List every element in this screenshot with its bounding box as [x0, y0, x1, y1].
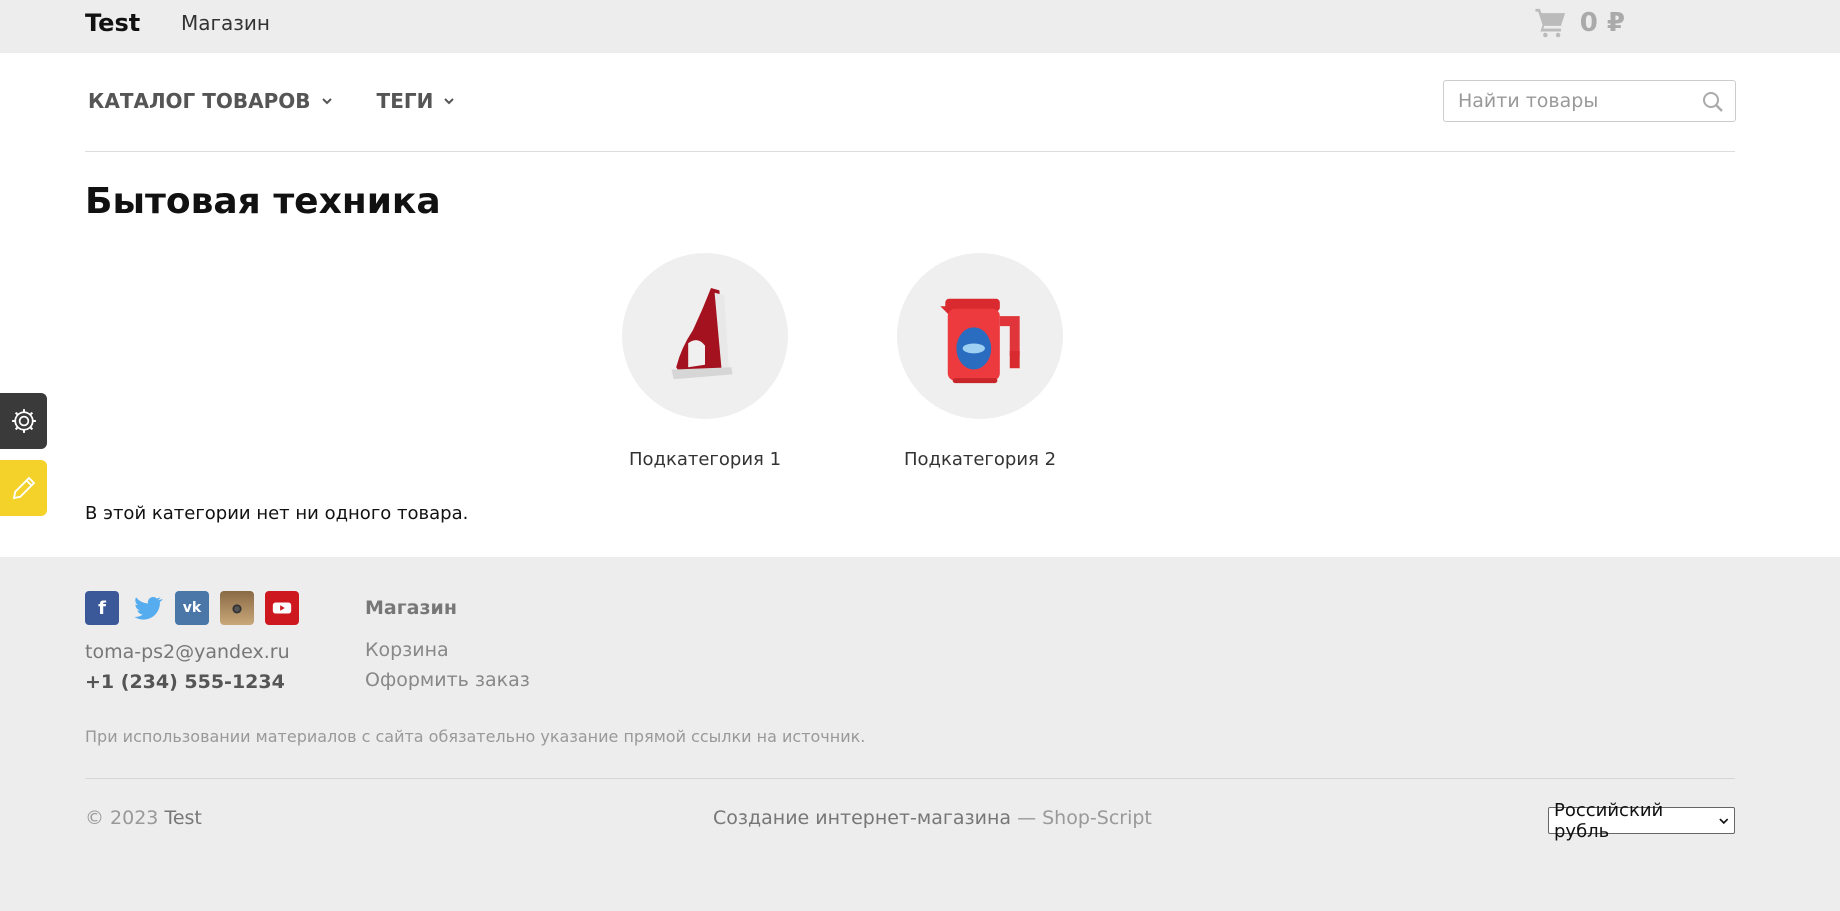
footer-link-cart[interactable]: Корзина: [365, 639, 449, 661]
pencil-icon: [12, 476, 35, 500]
footer-credits: Создание интернет-магазина — Shop-Script: [713, 807, 1152, 829]
subcategory-2[interactable]: Подкатегория 2: [895, 253, 1065, 470]
search-input[interactable]: [1444, 81, 1735, 121]
nav-tags[interactable]: Теги: [377, 89, 456, 113]
gear-icon: [11, 409, 36, 433]
cart-button[interactable]: 0 ₽: [1534, 6, 1625, 40]
nav-catalog-label: Каталог товаров: [88, 89, 311, 113]
credits-text[interactable]: Создание интернет-магазина: [713, 807, 1011, 829]
empty-category-message: В этой категории нет ни одного товара.: [85, 503, 469, 524]
footer-disclaimer: При использовании материалов с сайта обя…: [85, 727, 866, 746]
nav-catalog[interactable]: Каталог товаров: [88, 89, 333, 113]
subcategory-1[interactable]: Подкатегория 1: [620, 253, 790, 470]
instagram-icon[interactable]: [220, 591, 254, 625]
currency-select[interactable]: Российский рубль: [1548, 800, 1735, 842]
iron-image: [622, 253, 788, 419]
credits-dash: —: [1017, 807, 1037, 829]
social-links: f vk: [85, 591, 299, 625]
page-title: Бытовая техника: [85, 181, 441, 222]
shop-link[interactable]: Магазин: [181, 11, 270, 35]
brand-logo[interactable]: Test: [85, 9, 140, 37]
search-box: [1443, 80, 1736, 122]
subcategory-list: Подкатегория 1 Подкатегория 2: [620, 253, 1065, 470]
nav-tags-label: Теги: [376, 89, 434, 113]
youtube-icon[interactable]: [265, 591, 299, 625]
footer-divider: [85, 778, 1735, 779]
settings-button[interactable]: [0, 393, 47, 449]
cart-icon: [1535, 8, 1565, 38]
currency-selected: Российский рубль: [1554, 799, 1664, 842]
chevron-down-icon: [1719, 817, 1729, 824]
chevron-down-icon: [321, 98, 332, 105]
nav-divider: [85, 151, 1735, 152]
footer-column-title: Магазин: [365, 597, 457, 619]
facebook-icon[interactable]: f: [85, 591, 119, 625]
copyright: © 2023 Test: [85, 807, 202, 829]
kettle-image: [897, 253, 1063, 419]
main-content: Каталог товаров Теги Бытовая техника Под…: [0, 53, 1840, 557]
twitter-icon[interactable]: [130, 591, 164, 625]
vk-icon[interactable]: vk: [175, 591, 209, 625]
contact-email[interactable]: toma-ps2@yandex.ru: [85, 641, 290, 663]
chevron-down-icon: [444, 98, 455, 105]
footer: f vk toma-ps2@yandex.ru +1 (234) 555-123…: [0, 557, 1840, 911]
main-nav: Каталог товаров Теги: [88, 89, 455, 113]
subcategory-label: Подкатегория 1: [628, 449, 782, 470]
contact-phone[interactable]: +1 (234) 555-1234: [85, 671, 285, 693]
copyright-prefix: © 2023: [85, 807, 159, 829]
credits-link[interactable]: Shop-Script: [1042, 807, 1152, 829]
subcategory-label: Подкатегория 2: [903, 449, 1057, 470]
footer-link-checkout[interactable]: Оформить заказ: [365, 669, 530, 691]
copyright-site-link[interactable]: Test: [164, 807, 201, 829]
search-icon[interactable]: [1701, 90, 1725, 114]
edit-button[interactable]: [0, 460, 47, 516]
cart-total: 0 ₽: [1579, 8, 1625, 38]
top-bar: Test Магазин 0 ₽: [0, 0, 1840, 53]
